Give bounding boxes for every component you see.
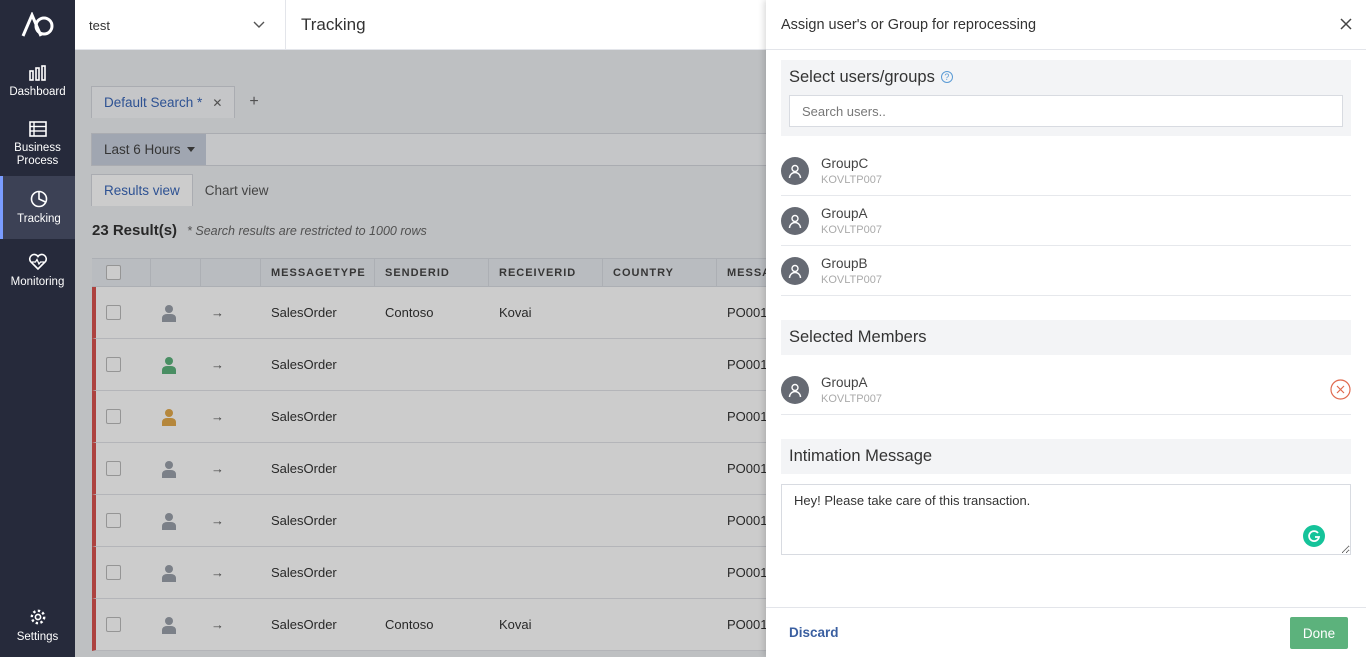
grammarly-icon[interactable]	[1303, 525, 1325, 547]
member-name: GroupA	[821, 374, 868, 390]
user-sub: KOVLTP007	[821, 173, 882, 186]
sidebar-item-label: Dashboard	[9, 85, 66, 98]
user-name: GroupB	[821, 255, 868, 271]
sidebar-item-settings[interactable]: Settings	[0, 594, 75, 657]
member-text: GroupA KOVLTP007	[821, 375, 882, 405]
done-button[interactable]: Done	[1290, 617, 1348, 649]
grammarly-g-icon	[1308, 530, 1321, 542]
help-icon[interactable]: ?	[940, 71, 953, 83]
user-list-item[interactable]: GroupB KOVLTP007	[781, 246, 1351, 296]
close-icon[interactable]	[1338, 16, 1354, 32]
sidebar-item-dashboard[interactable]: Dashboard	[0, 50, 75, 113]
member-sub: KOVLTP007	[821, 392, 882, 405]
select-users-title: Select users/groups ?	[781, 60, 1351, 94]
intimation-section: Intimation Message	[781, 439, 1351, 474]
user-sub: KOVLTP007	[821, 273, 882, 286]
select-users-section: Select users/groups ?	[781, 60, 1351, 136]
intimation-title: Intimation Message	[789, 447, 933, 465]
page-title: Tracking	[301, 15, 366, 34]
selected-member-item: GroupA KOVLTP007	[781, 365, 1351, 415]
sidebar-item-business-process[interactable]: Business Process	[0, 113, 75, 176]
sidebar-item-tracking[interactable]: Tracking	[0, 176, 75, 239]
search-users-input[interactable]	[789, 95, 1343, 127]
remove-member-icon[interactable]	[1330, 379, 1351, 400]
sidebar: Dashboard Business Process Tracking Monit…	[0, 0, 75, 657]
list-icon	[28, 121, 47, 137]
logo-icon	[21, 12, 53, 37]
user-sub: KOVLTP007	[821, 223, 882, 236]
sidebar-item-label: Monitoring	[10, 275, 65, 288]
panel-footer: Discard Done	[766, 607, 1366, 657]
sidebar-item-label: Business Process	[14, 142, 61, 167]
user-text: GroupC KOVLTP007	[821, 156, 882, 186]
app-logo[interactable]	[0, 0, 75, 50]
user-icon	[788, 264, 802, 278]
environment-select[interactable]: test	[75, 0, 286, 50]
user-icon	[788, 214, 802, 228]
modal-overlay[interactable]	[75, 50, 766, 657]
gear-icon	[30, 609, 45, 624]
avatar	[781, 375, 809, 404]
avatar	[781, 156, 809, 185]
discard-button[interactable]: Discard	[789, 625, 839, 640]
sidebar-item-monitoring[interactable]: Monitoring	[0, 239, 75, 302]
avatar	[781, 206, 809, 235]
user-list-item[interactable]: GroupA KOVLTP007	[781, 196, 1351, 246]
sidebar-item-label: Tracking	[17, 212, 61, 225]
avatar	[781, 256, 809, 285]
pie-chart-icon	[30, 190, 48, 207]
user-name: GroupC	[821, 155, 869, 171]
environment-value: test	[89, 17, 110, 33]
heart-pulse-icon	[28, 253, 47, 270]
sidebar-item-label: Settings	[16, 630, 59, 643]
assign-panel: Assign user's or Group for reprocessing …	[766, 0, 1366, 657]
panel-title: Assign user's or Group for reprocessing	[781, 16, 1037, 33]
intimation-message-input[interactable]	[781, 484, 1351, 555]
user-icon	[788, 383, 802, 397]
selected-members-title: Selected Members	[789, 328, 927, 346]
select-users-label: Select users/groups	[789, 67, 935, 86]
chevron-down-icon	[253, 21, 265, 28]
user-icon	[788, 164, 802, 178]
panel-header: Assign user's or Group for reprocessing	[766, 0, 1366, 50]
selected-members-section: Selected Members	[781, 320, 1351, 355]
user-name: GroupA	[821, 205, 868, 221]
user-list-item[interactable]: GroupC KOVLTP007	[781, 146, 1351, 196]
user-text: GroupA KOVLTP007	[821, 206, 882, 236]
user-text: GroupB KOVLTP007	[821, 256, 882, 286]
bar-chart-icon	[28, 64, 46, 81]
